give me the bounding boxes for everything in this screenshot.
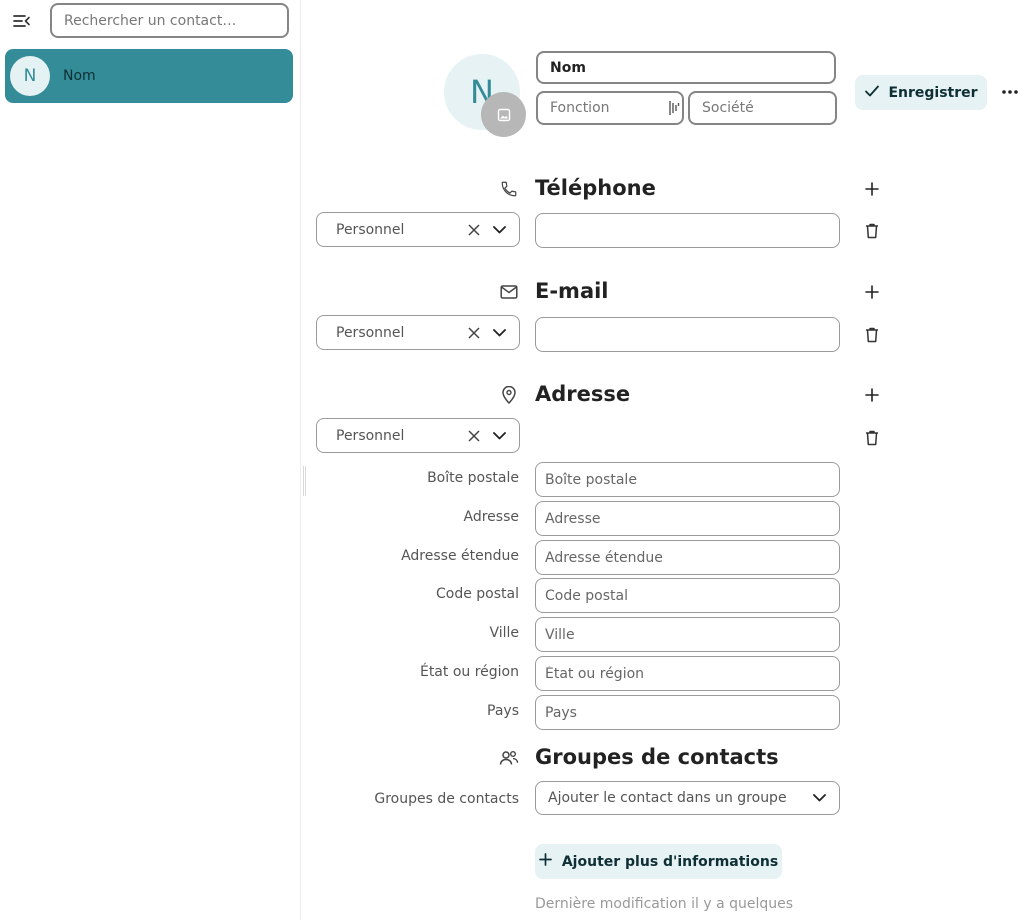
address-section-title: Adresse <box>535 382 631 406</box>
menu-collapse-icon[interactable] <box>8 8 36 34</box>
contacts-sidebar: N Nom <box>0 0 301 920</box>
search-input[interactable] <box>50 3 289 38</box>
country-field[interactable] <box>535 695 840 730</box>
postal-code-label: Code postal <box>436 586 519 602</box>
save-button[interactable]: Enregistrer <box>855 75 987 110</box>
contact-name: Nom <box>63 68 96 84</box>
add-address-button[interactable] <box>860 383 884 407</box>
add-more-info-label: Ajouter plus d'informations <box>561 853 779 870</box>
chevron-down-icon[interactable] <box>490 324 508 342</box>
clear-icon[interactable] <box>465 427 483 445</box>
name-field[interactable] <box>536 51 836 84</box>
avatar: N <box>10 56 50 96</box>
role-field[interactable] <box>536 91 684 125</box>
groups-section-title: Groupes de contacts <box>535 745 779 769</box>
phone-type-select[interactable]: Personnel <box>316 212 520 247</box>
phone-type-label: Personnel <box>336 221 405 238</box>
email-type-label: Personnel <box>336 324 405 341</box>
save-label: Enregistrer <box>888 84 978 101</box>
email-type-select[interactable]: Personnel <box>316 315 520 350</box>
address-type-select[interactable]: Personnel <box>316 418 520 453</box>
city-field[interactable] <box>535 617 840 652</box>
mail-icon <box>499 282 519 302</box>
chevron-down-icon[interactable] <box>810 789 828 807</box>
add-email-button[interactable] <box>860 280 884 304</box>
phone-number-field[interactable] <box>535 213 840 248</box>
contact-editor: N Enregistrer Téléphone Personnel E-mail <box>302 0 1024 920</box>
delete-address-button[interactable] <box>862 427 882 449</box>
email-section-title: E-mail <box>535 279 609 303</box>
groups-select[interactable]: Ajouter le contact dans un groupe <box>535 781 840 815</box>
account-group-icon <box>499 748 519 768</box>
plus-icon <box>538 853 552 870</box>
map-marker-icon <box>499 385 519 405</box>
text-cursor-icon <box>668 100 680 116</box>
address-type-label: Personnel <box>336 427 405 444</box>
phone-section-title: Téléphone <box>535 176 656 200</box>
image-icon[interactable] <box>481 92 526 137</box>
street-label: Adresse <box>463 509 519 525</box>
add-more-info-button[interactable]: Ajouter plus d'informations <box>535 844 782 879</box>
country-label: Pays <box>487 703 519 719</box>
clear-icon[interactable] <box>465 221 483 239</box>
street-field[interactable] <box>535 501 840 536</box>
groups-select-placeholder: Ajouter le contact dans un groupe <box>548 790 787 806</box>
po-box-label: Boîte postale <box>427 470 519 486</box>
chevron-down-icon[interactable] <box>490 221 508 239</box>
region-label: État ou région <box>419 664 519 680</box>
extended-address-field[interactable] <box>535 540 840 575</box>
email-field[interactable] <box>535 317 840 352</box>
city-label: Ville <box>489 625 519 641</box>
delete-email-button[interactable] <box>862 324 882 346</box>
region-field[interactable] <box>535 656 840 691</box>
add-phone-button[interactable] <box>860 177 884 201</box>
chevron-down-icon[interactable] <box>490 427 508 445</box>
groups-label: Groupes de contacts <box>374 791 519 807</box>
phone-icon <box>499 179 519 199</box>
contact-list-item[interactable]: N Nom <box>5 49 293 103</box>
clear-icon[interactable] <box>465 324 483 342</box>
extended-address-label: Adresse étendue <box>401 548 519 564</box>
more-horizontal-icon[interactable] <box>999 80 1021 104</box>
last-modified-text: Dernière modification il y a quelques <box>535 896 794 912</box>
company-field[interactable] <box>688 91 837 125</box>
po-box-field[interactable] <box>535 462 840 497</box>
delete-phone-button[interactable] <box>862 220 882 242</box>
postal-code-field[interactable] <box>535 578 840 613</box>
check-icon <box>864 84 880 102</box>
